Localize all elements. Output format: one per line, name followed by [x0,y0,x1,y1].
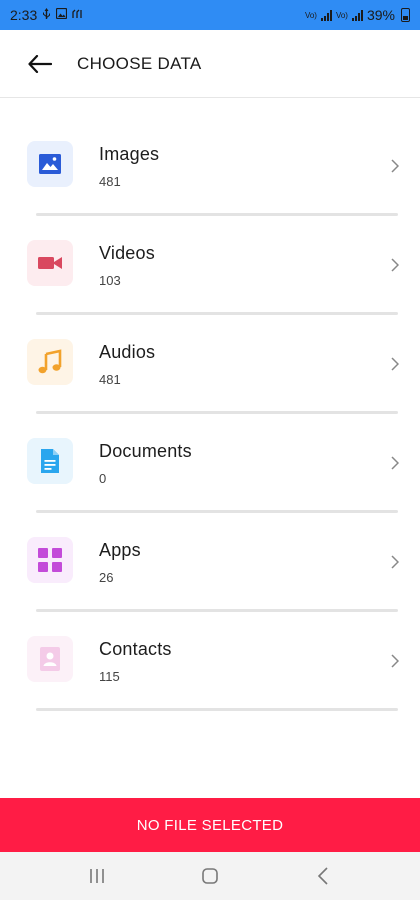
chevron-right-icon [388,256,402,274]
chevron-right-icon [388,553,402,571]
chevron-right-icon [388,652,402,670]
selection-status-button[interactable]: NO FILE SELECTED [0,798,420,852]
category-title: Images [99,144,160,164]
music-note-icon [38,349,62,374]
category-row-apps[interactable]: Apps 26 [0,513,420,612]
videos-icon-tile [27,240,73,286]
category-count: 481 [99,372,121,387]
category-title: Contacts [99,639,172,659]
documents-icon-tile [27,438,73,484]
category-list: Images 481 Videos 103 Audios 481 Documen… [0,117,420,711]
system-nav-bar [0,852,420,900]
category-count: 115 [99,669,120,684]
contact-card-icon [40,647,60,671]
category-row-images[interactable]: Images 481 [0,117,420,216]
category-row-videos[interactable]: Videos 103 [0,216,420,315]
volte-icon-2: Vo) [336,11,348,20]
chevron-left-icon [318,867,328,885]
chevron-right-icon [388,355,402,373]
battery-percent: 39% [366,7,395,23]
page-title: CHOOSE DATA [77,53,202,73]
network1-label: Vo) [304,10,317,20]
category-count: 103 [99,273,121,288]
category-count: 0 [99,471,107,486]
selection-status-label: NO FILE SELECTED [136,816,284,834]
document-icon [41,449,59,473]
category-title: Documents [99,441,192,461]
category-row-contacts[interactable]: Contacts 115 [0,612,420,711]
network2-label: Vo) [335,10,348,20]
category-title: Audios [99,342,156,362]
status-left: 2:33 [10,7,84,23]
battery-icon [401,8,410,22]
status-bar: 2:33 Vo) Vo) 39% [0,0,420,30]
audios-icon-tile [27,339,73,385]
category-title: Videos [99,243,155,263]
recents-icon [89,869,104,883]
apps-icon-tile [27,537,73,583]
volte-icon-1: Vo) [305,11,317,20]
status-time: 2:33 [10,7,38,23]
apps-grid-icon [38,548,62,572]
category-count: 481 [99,174,121,189]
category-row-audios[interactable]: Audios 481 [0,315,420,414]
gallery-notification-icon [56,7,68,22]
home-button[interactable] [190,856,230,896]
video-icon [38,257,62,269]
row-divider [36,708,398,711]
recents-button[interactable] [77,856,117,896]
chevron-right-icon [388,157,402,175]
arrow-left-icon [28,54,52,73]
image-icon [39,154,61,174]
images-icon-tile [27,141,73,187]
chevron-right-icon [388,454,402,472]
contacts-icon-tile [27,636,73,682]
usb-icon [42,7,51,23]
screen: 2:33 Vo) Vo) 39% CHOOSE DATA Images 481 … [0,0,420,900]
app-bar: CHOOSE DATA [0,30,420,98]
category-count: 26 [99,570,114,585]
signal-icon-2 [351,9,363,21]
status-right: Vo) Vo) 39% [305,7,410,23]
home-icon [202,868,218,884]
notification-icon [72,9,84,22]
category-title: Apps [99,540,141,560]
system-back-button[interactable] [303,856,343,896]
signal-icon-1 [320,9,332,21]
category-row-documents[interactable]: Documents 0 [0,414,420,513]
back-button[interactable] [20,44,60,84]
